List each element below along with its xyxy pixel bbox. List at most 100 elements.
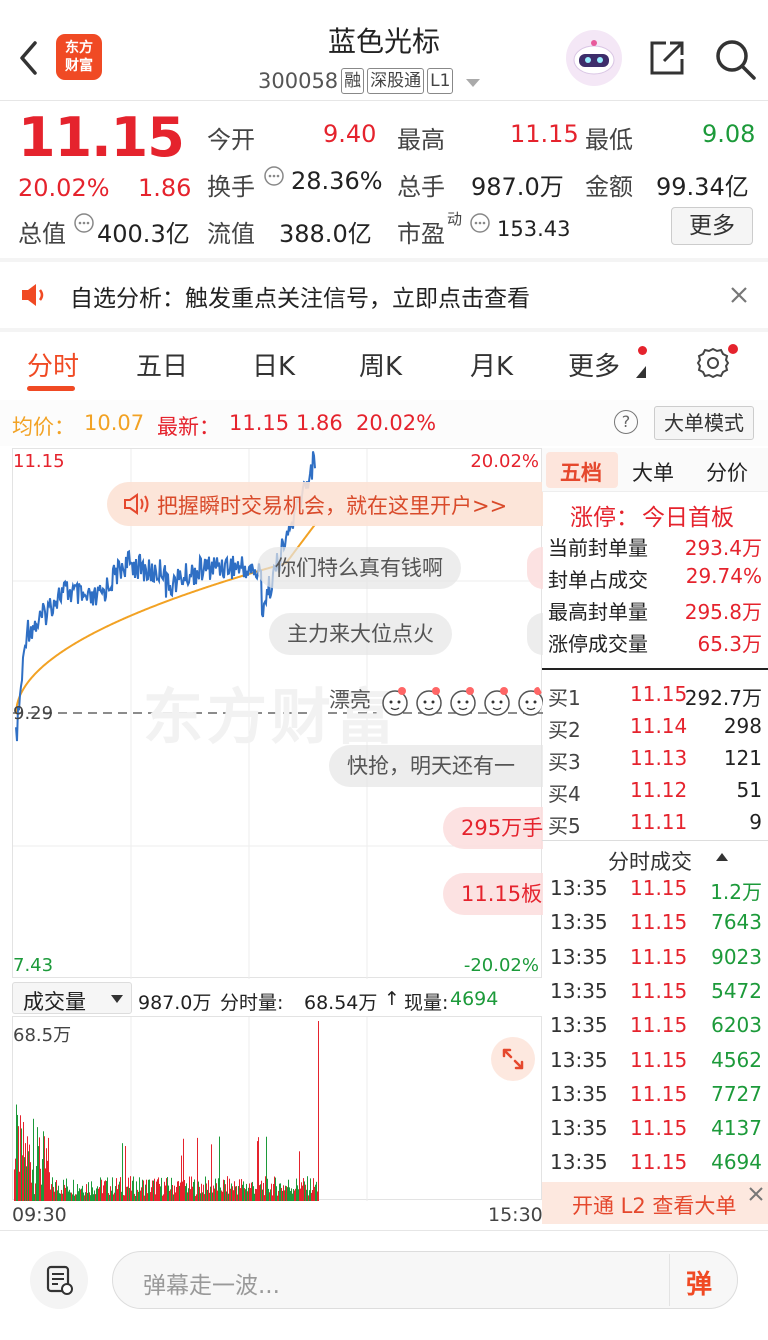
volume-bar bbox=[116, 1178, 117, 1201]
notice-bar[interactable]: 自选分析：触发重点关注信号，立即点击查看 bbox=[0, 262, 768, 326]
volume-bar bbox=[265, 1176, 266, 1201]
close-icon[interactable] bbox=[748, 1186, 764, 1202]
tab-five-levels[interactable]: 五档 bbox=[560, 457, 602, 487]
volume-chart[interactable]: 68.5万 bbox=[12, 1016, 542, 1201]
volume-bar bbox=[93, 1194, 94, 1201]
close-icon[interactable] bbox=[730, 286, 748, 304]
help-icon[interactable]: ? bbox=[614, 410, 638, 434]
volume-bar bbox=[60, 1193, 61, 1201]
robot-avatar-icon[interactable] bbox=[566, 30, 622, 86]
volume-bar bbox=[305, 1184, 306, 1201]
tab-daily[interactable]: 日K bbox=[252, 346, 295, 383]
emoji-icon bbox=[483, 687, 510, 716]
big-order-mode-button[interactable]: 大单模式 bbox=[654, 406, 754, 440]
danmaku-send-button[interactable]: 弹 bbox=[669, 1254, 737, 1306]
limit-up-label: 涨停： bbox=[570, 505, 639, 531]
info-dots-icon[interactable] bbox=[263, 165, 285, 187]
intraday-chart[interactable]: 东方财富 11.15 20.02% 9.29 7.43 -20.02% 把握瞬时… bbox=[12, 448, 543, 979]
volume-bar bbox=[318, 1021, 319, 1201]
l2-banner[interactable]: 开通 L2 查看大单 bbox=[542, 1182, 768, 1224]
volume-bar bbox=[37, 1127, 38, 1201]
volume-bar bbox=[98, 1188, 99, 1201]
info-dots-icon[interactable] bbox=[469, 212, 491, 234]
tab-weekly[interactable]: 周K bbox=[359, 346, 402, 383]
trade-price: 11.15 bbox=[630, 1116, 688, 1141]
bid-volume: 51 bbox=[736, 778, 762, 802]
trade-volume: 7643 bbox=[711, 910, 762, 935]
tab-intraday[interactable]: 分时 bbox=[27, 346, 79, 383]
danmaku-bubble: 你们特么真有钱啊 bbox=[257, 547, 461, 589]
seal-stat-label: 最高封单量 bbox=[548, 600, 648, 624]
change-amount: 1.86 bbox=[138, 174, 192, 202]
expand-icon[interactable] bbox=[491, 1037, 535, 1081]
volume-bar bbox=[253, 1186, 254, 1201]
volume-bar bbox=[301, 1182, 302, 1201]
volume-bar bbox=[291, 1188, 292, 1201]
stock-code-line[interactable]: 300058 融 深股通 L1 bbox=[258, 68, 481, 94]
volume-bar bbox=[249, 1183, 250, 1201]
tab-more[interactable]: 更多 bbox=[568, 346, 620, 383]
volume-bar bbox=[157, 1179, 158, 1201]
volume-bar bbox=[23, 1122, 24, 1201]
trades-title: 分时成交 bbox=[608, 850, 692, 874]
volume-bar bbox=[18, 1126, 19, 1201]
share-icon[interactable] bbox=[646, 37, 688, 79]
volume-bar bbox=[316, 1181, 317, 1201]
gear-icon[interactable] bbox=[696, 346, 730, 380]
info-dots-icon[interactable] bbox=[73, 212, 95, 234]
volume-bar bbox=[126, 1186, 127, 1201]
volume-bar bbox=[91, 1181, 92, 1201]
open-value: 9.40 bbox=[323, 120, 377, 148]
notes-icon[interactable] bbox=[30, 1251, 88, 1309]
search-icon[interactable] bbox=[713, 37, 757, 81]
volume-label: 总手 bbox=[397, 173, 445, 201]
volume-bar bbox=[39, 1137, 40, 1201]
volume-bar bbox=[115, 1186, 116, 1201]
volume-bar bbox=[294, 1190, 295, 1201]
volume-bar bbox=[105, 1180, 106, 1201]
tab-price-dist[interactable]: 分价 bbox=[706, 457, 748, 487]
open-account-banner[interactable]: 把握瞬时交易机会，就在这里开户>> bbox=[107, 482, 543, 526]
volume-bar bbox=[220, 1187, 221, 1201]
volume-bar bbox=[69, 1189, 70, 1201]
volume-bar bbox=[119, 1181, 120, 1201]
volume-bar bbox=[49, 1172, 50, 1201]
volume-selector[interactable]: 成交量 bbox=[12, 982, 132, 1014]
volume-bar bbox=[136, 1181, 137, 1201]
volume-bar bbox=[244, 1188, 245, 1201]
volume-bar bbox=[137, 1189, 138, 1201]
volume-bar bbox=[177, 1181, 178, 1201]
turnover-value: 28.36% bbox=[291, 167, 383, 195]
order-book-panel: 五档 大单 分价 涨停： 今日首板 当前封单量 293.4万 封单占成交 29.74%… bbox=[542, 448, 768, 1228]
volume-bar bbox=[228, 1193, 229, 1201]
volume-bar bbox=[170, 1189, 171, 1201]
volume-bar bbox=[158, 1177, 159, 1201]
volume-bar bbox=[87, 1192, 88, 1201]
volume-bar bbox=[203, 1184, 204, 1201]
volume-bar bbox=[82, 1185, 83, 1201]
volume-bar bbox=[95, 1194, 96, 1201]
volume-bar bbox=[230, 1188, 231, 1201]
time-end: 15:30 bbox=[488, 1204, 543, 1226]
notice-text: 自选分析：触发重点关注信号，立即点击查看 bbox=[70, 286, 530, 312]
trade-price: 11.15 bbox=[630, 1081, 688, 1106]
tab-monthly[interactable]: 月K bbox=[470, 346, 513, 383]
danmaku-input[interactable]: 弹幕走一波... 弹 bbox=[112, 1251, 738, 1309]
volume-bar bbox=[236, 1186, 237, 1201]
volume-bar bbox=[162, 1195, 163, 1201]
tab-5day[interactable]: 五日 bbox=[136, 346, 188, 383]
volume-bar bbox=[36, 1166, 37, 1201]
volume-bar bbox=[132, 1180, 133, 1201]
corner-caret-icon bbox=[636, 366, 646, 378]
trade-price: 11.15 bbox=[630, 876, 688, 900]
more-quote-button[interactable]: 更多 bbox=[671, 207, 753, 245]
volume-bar bbox=[181, 1155, 182, 1201]
bid-label: 买2 bbox=[548, 718, 581, 742]
tab-big-orders[interactable]: 大单 bbox=[632, 457, 674, 487]
volume-bar bbox=[233, 1190, 234, 1201]
volume-bar bbox=[297, 1185, 298, 1201]
volume-bar bbox=[258, 1137, 259, 1201]
volume-bar bbox=[52, 1177, 53, 1201]
trade-price: 11.15 bbox=[630, 1047, 688, 1072]
danmaku-toggle-icon: 弹 bbox=[686, 1270, 713, 1300]
